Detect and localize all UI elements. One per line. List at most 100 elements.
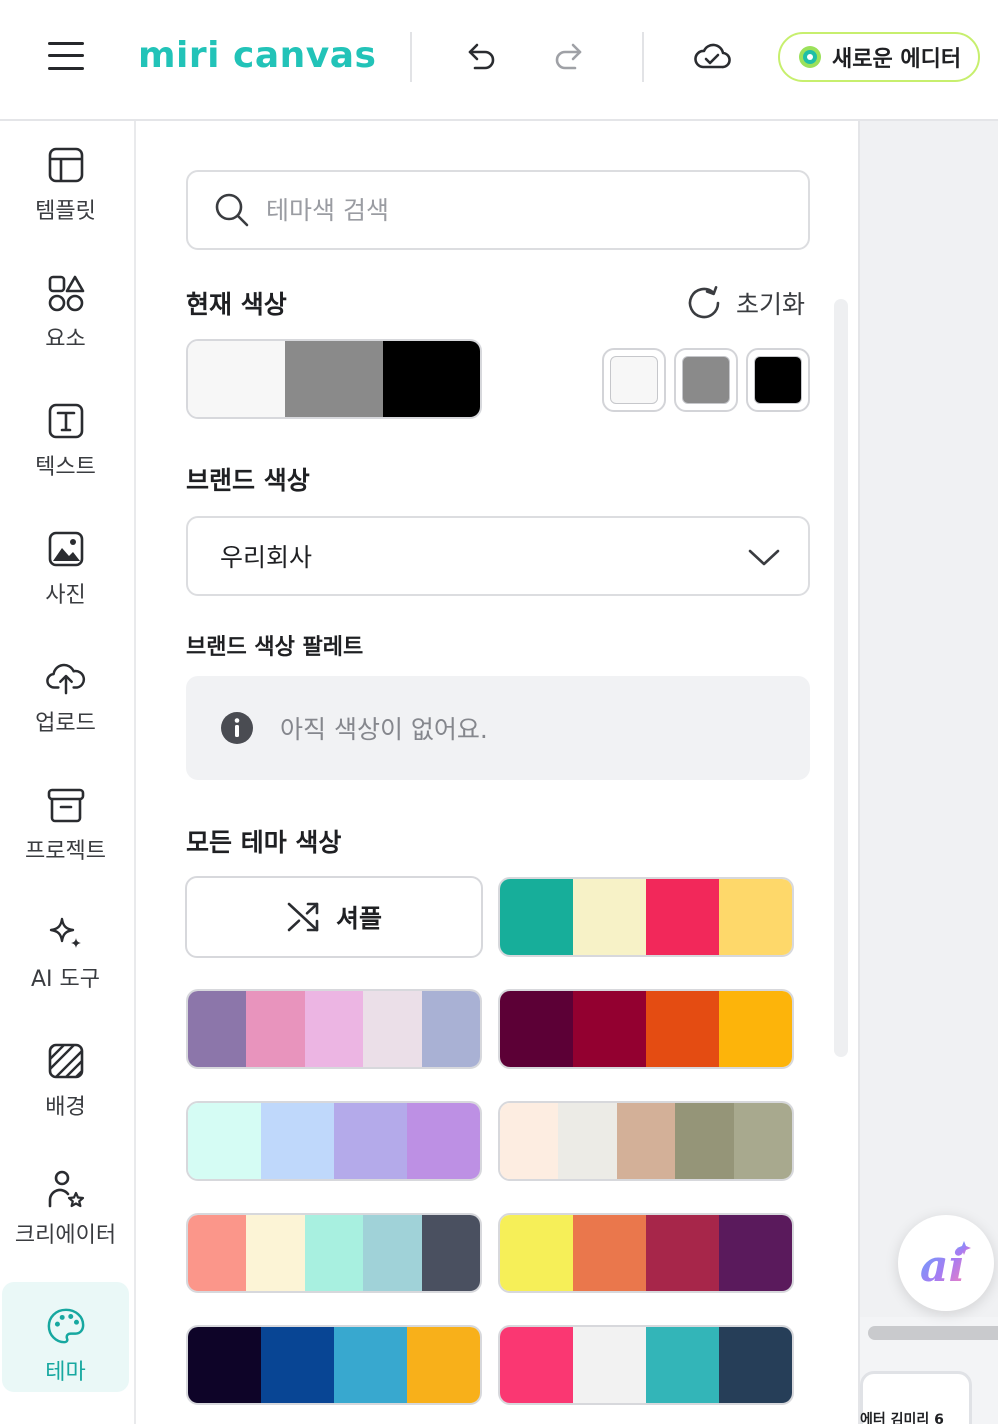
shuffle-label: 셔플 <box>335 904 382 933</box>
top-bar: miri canvas 새로운 에디터 <box>0 0 998 121</box>
theme-palette[interactable] <box>498 1325 794 1405</box>
new-editor-label: 새로운 에디터 <box>832 47 962 72</box>
sidebar-item-elements[interactable]: 요소 <box>2 249 129 359</box>
palette-swatch <box>646 1327 719 1403</box>
palette-swatch <box>573 1215 646 1291</box>
palette-swatch <box>573 1327 646 1403</box>
palette-swatch <box>500 879 573 955</box>
sidebar-item-project[interactable]: 프로젝트 <box>2 761 129 871</box>
sidebar-item-ai-tools[interactable]: AI 도구 <box>2 889 129 999</box>
page-thumbnail-text: 에터 김미리 6 <box>860 1412 944 1424</box>
logo[interactable]: miri canvas <box>138 30 376 82</box>
project-icon <box>46 785 86 825</box>
palette-swatch <box>382 341 480 417</box>
canvas-area: ai 에터 김미리 6 <box>860 121 998 1424</box>
palette-swatch <box>421 991 480 1067</box>
ai-assistant-button[interactable]: ai <box>898 1215 994 1311</box>
sidebar-item-creator[interactable]: 크리에이터 <box>2 1145 129 1255</box>
palette-swatch <box>719 1215 792 1291</box>
palette-swatch <box>246 991 305 1067</box>
text-icon <box>46 401 86 441</box>
swatch-fill <box>754 356 802 404</box>
current-color-palette[interactable] <box>186 339 482 419</box>
theme-search-box[interactable] <box>186 170 810 250</box>
sidebar-item-label: 크리에이터 <box>14 1223 117 1248</box>
new-editor-button[interactable]: 새로운 에디터 <box>778 32 980 82</box>
theme-search-input[interactable] <box>266 195 786 225</box>
theme-palette[interactable] <box>186 1101 482 1181</box>
sidebar-item-upload[interactable]: 업로드 <box>2 633 129 743</box>
theme-palette[interactable] <box>498 989 794 1069</box>
palette-swatch <box>733 1103 792 1179</box>
palette-swatch <box>675 1103 734 1179</box>
sidebar-item-label: 템플릿 <box>35 199 96 224</box>
reset-icon <box>688 286 720 319</box>
photo-icon <box>46 529 86 569</box>
panel-scrollbar[interactable] <box>834 299 848 1057</box>
theme-palette[interactable] <box>186 989 482 1069</box>
palette-swatch <box>646 879 719 955</box>
sidebar-item-label: 요소 <box>45 327 86 352</box>
palette-swatch <box>421 1215 480 1291</box>
brand-colors-title: 브랜드 색상 <box>186 466 310 495</box>
theme-palette[interactable] <box>498 877 794 957</box>
palette-swatch <box>500 1327 573 1403</box>
palette-swatch <box>558 1103 617 1179</box>
palette-swatch <box>188 991 247 1067</box>
redo-icon[interactable] <box>548 36 588 76</box>
sidebar-item-text[interactable]: 텍스트 <box>2 377 129 487</box>
theme-palette[interactable] <box>498 1213 794 1293</box>
current-color-swatch[interactable] <box>746 348 810 412</box>
search-icon <box>215 193 249 227</box>
theme-palette[interactable] <box>186 1325 482 1405</box>
brand-select[interactable]: 우리회사 <box>186 516 810 596</box>
menu-icon[interactable] <box>46 40 86 72</box>
toolbar-divider <box>410 32 412 82</box>
canvas-horizontal-scrollbar[interactable] <box>868 1326 998 1340</box>
current-color-swatch[interactable] <box>674 348 738 412</box>
palette-swatch <box>719 1327 792 1403</box>
sidebar-item-photo[interactable]: 사진 <box>2 505 129 615</box>
sidebar-item-label: 텍스트 <box>35 455 96 480</box>
palette-swatch <box>500 1103 559 1179</box>
sidebar-item-label: 테마 <box>45 1360 86 1385</box>
palette-swatch <box>334 1327 407 1403</box>
current-color-swatch[interactable] <box>602 348 666 412</box>
sidebar-item-label: 프로젝트 <box>25 839 106 864</box>
all-themes-title: 모든 테마 색상 <box>186 828 342 857</box>
sidebar-item-label: 사진 <box>45 583 86 608</box>
theme-palette[interactable] <box>498 1101 794 1181</box>
canvas-page[interactable] <box>860 121 998 1317</box>
palette-swatch <box>363 1215 422 1291</box>
sidebar-item-template[interactable]: 템플릿 <box>2 121 129 231</box>
undo-icon[interactable] <box>462 36 502 76</box>
palette-swatch <box>261 1103 334 1179</box>
swatch-fill <box>682 356 730 404</box>
sidebar-item-label: 업로드 <box>35 711 96 736</box>
chevron-down-icon <box>748 549 780 566</box>
ai-logo-icon: ai <box>920 1241 971 1291</box>
palette-swatch <box>188 1103 261 1179</box>
sidebar-item-theme[interactable]: 테마 <box>2 1282 129 1392</box>
reset-label: 초기화 <box>736 290 806 319</box>
toolbar-divider <box>642 32 644 82</box>
shuffle-button[interactable]: 셔플 <box>185 876 483 958</box>
palette-swatch <box>646 1215 719 1291</box>
palette-swatch <box>188 341 286 417</box>
sidebar-item-label: AI 도구 <box>30 967 100 992</box>
reset-button[interactable]: 초기화 <box>686 281 805 325</box>
sidebar-item-background[interactable]: 배경 <box>2 1017 129 1127</box>
info-icon <box>221 712 253 744</box>
background-icon <box>46 1041 86 1081</box>
theme-palette-icon <box>46 1306 86 1346</box>
brand-select-value: 우리회사 <box>220 543 313 572</box>
palette-swatch <box>188 1215 247 1291</box>
elements-icon <box>46 273 86 313</box>
swatch-fill <box>610 356 658 404</box>
creator-icon <box>46 1169 86 1209</box>
palette-swatch <box>573 879 646 955</box>
theme-palette[interactable] <box>186 1213 482 1293</box>
cloud-saved-icon[interactable] <box>692 36 732 76</box>
palette-swatch <box>188 1327 261 1403</box>
palette-swatch <box>573 991 646 1067</box>
